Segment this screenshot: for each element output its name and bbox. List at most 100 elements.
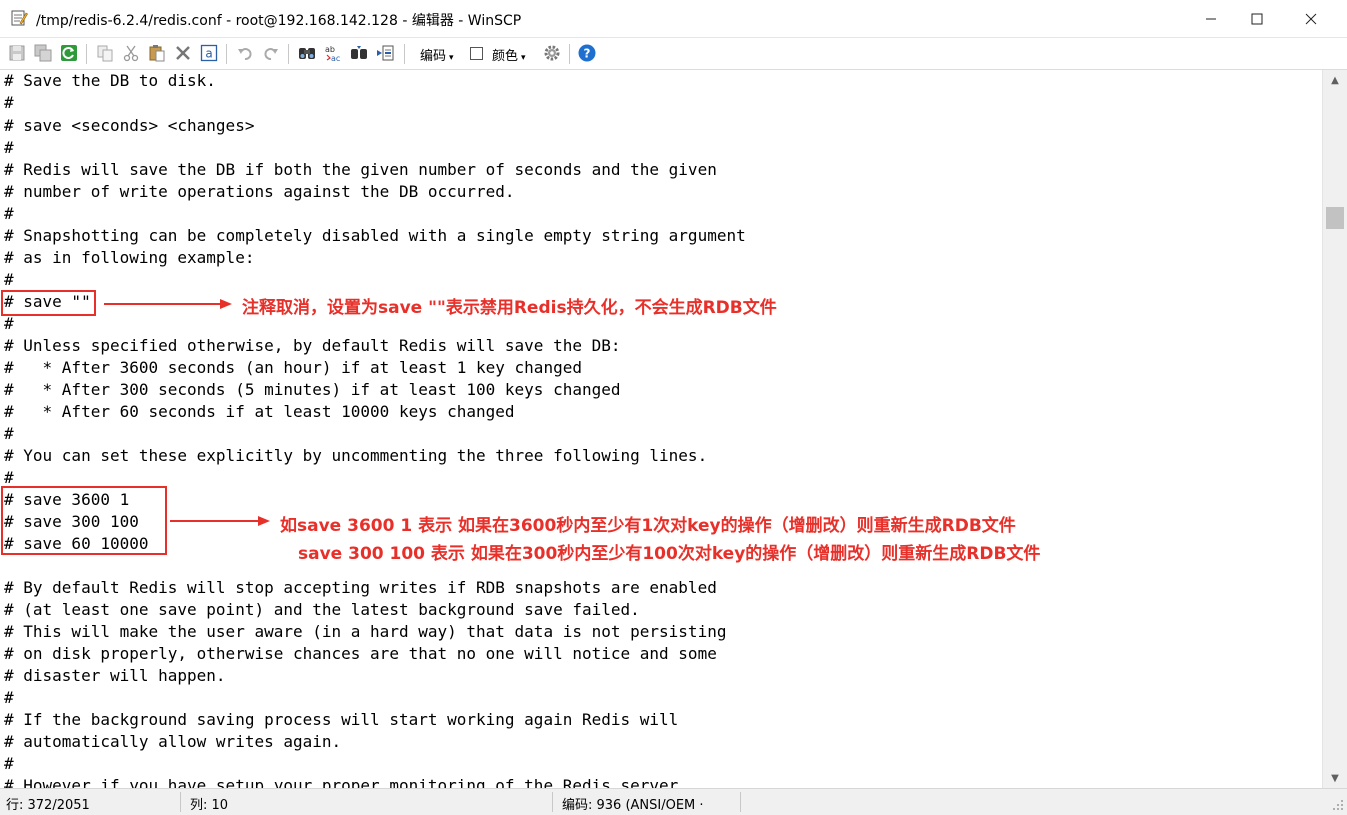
- title-bar: /tmp/redis-6.2.4/redis.conf - root@192.1…: [0, 0, 1347, 38]
- code-line: #: [4, 688, 14, 707]
- vertical-scrollbar[interactable]: ▲ ▼: [1322, 70, 1347, 788]
- code-line: # Unless specified otherwise, by default…: [4, 336, 621, 355]
- svg-text:ab: ab: [325, 45, 335, 54]
- find-next-icon: [351, 46, 367, 59]
- code-line: # However if you have setup your proper …: [4, 776, 679, 788]
- status-encoding: 编码: 936 (ANSI/OEM ·: [562, 798, 704, 813]
- find-button[interactable]: [296, 42, 318, 64]
- editor-notepad-icon: [11, 10, 28, 26]
- toolbar-separator: [404, 44, 405, 64]
- code-line: # * After 60 seconds if at least 10000 k…: [4, 402, 515, 421]
- code-line: # By default Redis will stop accepting w…: [4, 578, 717, 597]
- settings-button[interactable]: [541, 42, 563, 64]
- code-line: #: [4, 204, 14, 223]
- code-line: #: [4, 754, 14, 773]
- code-line: # automatically allow writes again.: [4, 732, 342, 751]
- reload-icon: [61, 45, 77, 61]
- code-line: # Redis will save the DB if both the giv…: [4, 160, 717, 179]
- chevron-down-icon: ▾: [449, 53, 454, 63]
- code-line: # Snapshotting can be completely disable…: [4, 226, 746, 245]
- toolbar-separator: [288, 44, 289, 64]
- maximize-button[interactable]: [1234, 0, 1280, 38]
- redo-icon: [264, 48, 278, 60]
- copy-button[interactable]: [94, 42, 116, 64]
- goto-line-button[interactable]: [374, 42, 396, 64]
- replace-button[interactable]: ab ac: [322, 42, 344, 64]
- minimize-button[interactable]: [1188, 0, 1234, 38]
- paste-button[interactable]: [146, 42, 168, 64]
- help-button[interactable]: ?: [576, 42, 598, 64]
- resize-grip-icon[interactable]: [1330, 797, 1344, 811]
- color-checkbox[interactable]: [470, 47, 483, 60]
- code-line: # If the background saving process will …: [4, 710, 679, 729]
- settings-icon: [544, 45, 560, 61]
- text-editor-area[interactable]: # Save the DB to disk. # # save <seconds…: [0, 70, 1322, 788]
- scroll-up-button[interactable]: ▲: [1323, 70, 1347, 90]
- svg-text:a: a: [205, 47, 212, 61]
- color-label: 颜色: [492, 49, 519, 64]
- cut-icon: [123, 45, 139, 62]
- code-line: # (at least one save point) and the late…: [4, 600, 640, 619]
- toolbar-separator: [569, 44, 570, 64]
- annotation-note-save-300: save 300 100 表示 如果在300秒内至少有100次对key的操作（增…: [298, 544, 1041, 564]
- minimize-icon: [1206, 18, 1216, 20]
- scrollbar-thumb[interactable]: [1326, 207, 1344, 229]
- save-icon: [9, 45, 25, 61]
- svg-text:?: ?: [584, 47, 591, 61]
- chevron-down-icon: ▼: [1331, 772, 1339, 784]
- annotation-box-save-empty: [1, 290, 96, 316]
- delete-button[interactable]: [172, 42, 194, 64]
- status-separator: [740, 792, 741, 812]
- cut-button[interactable]: [120, 42, 142, 64]
- code-line: # Save the DB to disk.: [4, 71, 216, 90]
- toolbar-separator: [86, 44, 87, 64]
- code-line: # This will make the user aware (in a ha…: [4, 622, 727, 641]
- code-line: # as in following example:: [4, 248, 255, 267]
- maximize-icon: [1251, 13, 1263, 25]
- status-column-position: 列: 10: [190, 798, 229, 813]
- code-line: #: [4, 270, 14, 289]
- undo-button[interactable]: [234, 42, 256, 64]
- encoding-menu[interactable]: 编码 ▾: [420, 45, 454, 64]
- code-line: # save <seconds> <changes>: [4, 116, 255, 135]
- encoding-label: 编码: [420, 49, 447, 64]
- svg-text:ac: ac: [331, 54, 340, 62]
- code-line: # number of write operations against the…: [4, 182, 515, 201]
- code-line: # You can set these explicitly by uncomm…: [4, 446, 708, 465]
- copy-icon: [97, 45, 113, 62]
- code-line: # on disk properly, otherwise chances ar…: [4, 644, 717, 663]
- code-line: #: [4, 138, 14, 157]
- delete-icon: [176, 46, 190, 60]
- code-line: # * After 300 seconds (5 minutes) if at …: [4, 380, 621, 399]
- window-title: /tmp/redis-6.2.4/redis.conf - root@192.1…: [36, 13, 522, 29]
- code-line: #: [4, 424, 14, 443]
- code-line: # * After 3600 seconds (an hour) if at l…: [4, 358, 582, 377]
- toolbar: a ab ac 编码 ▾ 颜色 ▾ ?: [0, 38, 1347, 70]
- status-separator: [552, 792, 553, 812]
- chevron-up-icon: ▲: [1331, 74, 1339, 86]
- paste-icon: [149, 45, 165, 62]
- save-all-button[interactable]: [32, 42, 54, 64]
- reload-button[interactable]: [58, 42, 80, 64]
- close-button[interactable]: [1288, 0, 1334, 38]
- save-all-icon: [34, 44, 52, 62]
- select-all-button[interactable]: a: [198, 42, 220, 64]
- color-menu[interactable]: 颜色 ▾: [492, 45, 526, 64]
- annotation-note-disable-persistence: 注释取消，设置为save ""表示禁用Redis持久化，不会生成RDB文件: [242, 298, 777, 318]
- code-line: #: [4, 93, 14, 112]
- redo-button[interactable]: [260, 42, 282, 64]
- help-icon: ?: [578, 44, 596, 62]
- save-button[interactable]: [6, 42, 28, 64]
- undo-icon: [238, 48, 252, 60]
- status-separator: [180, 792, 181, 812]
- status-bar: 行: 372/2051 列: 10 编码: 936 (ANSI/OEM ·: [0, 788, 1347, 815]
- replace-icon: abac: [325, 45, 340, 62]
- annotation-note-save-3600: 如save 3600 1 表示 如果在3600秒内至少有1次对key的操作（增删…: [280, 516, 1016, 536]
- close-icon: [1305, 13, 1317, 25]
- find-icon: [299, 48, 315, 59]
- chevron-down-icon: ▾: [521, 53, 526, 63]
- find-next-button[interactable]: [348, 42, 370, 64]
- scroll-down-button[interactable]: ▼: [1323, 768, 1347, 788]
- code-line: #: [4, 314, 14, 333]
- goto-line-icon: [377, 45, 394, 61]
